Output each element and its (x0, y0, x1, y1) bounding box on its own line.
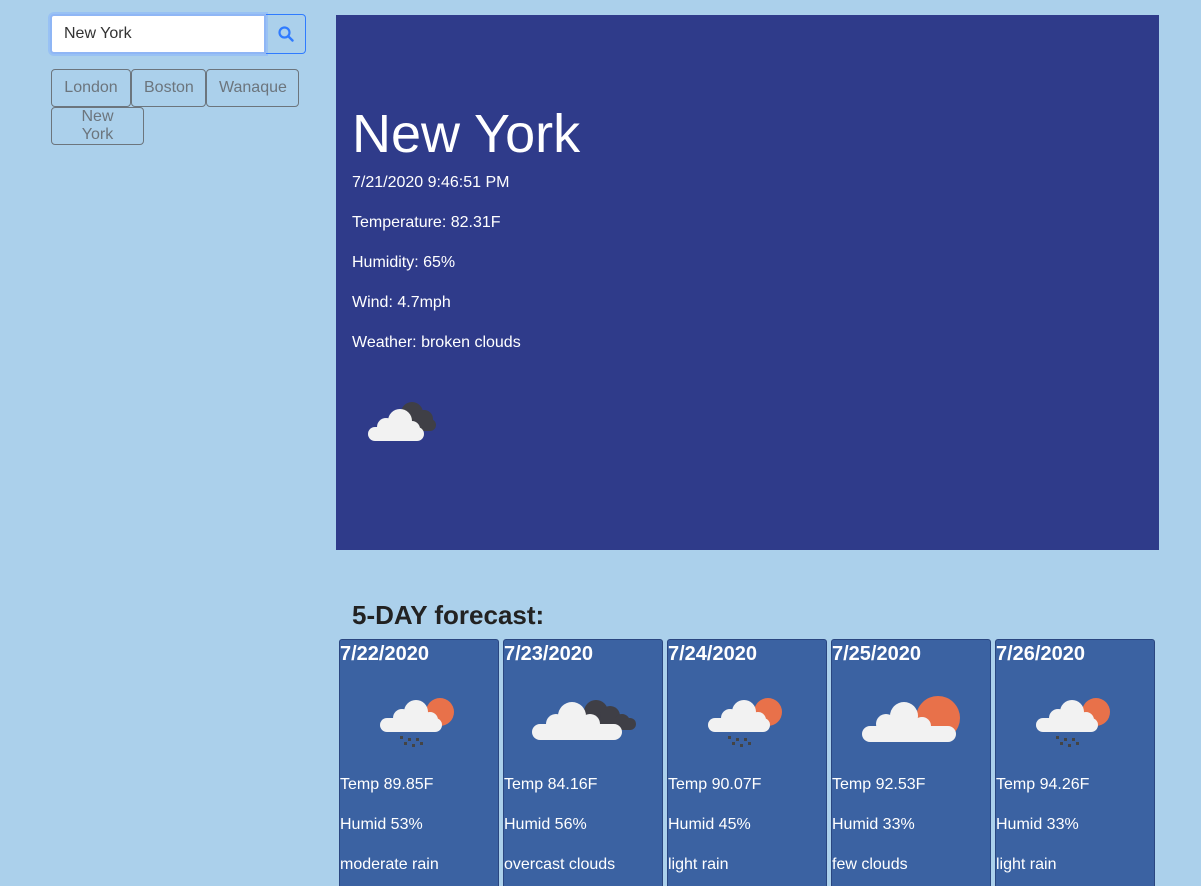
search-button[interactable] (266, 14, 306, 54)
history-button-wanaque[interactable]: Wanaque (206, 69, 299, 107)
current-temperature: Temperature: 82.31F (352, 214, 501, 231)
rain-sun-icon (708, 698, 782, 747)
forecast-temp: Temp 94.26F (996, 776, 1090, 793)
search-input[interactable] (50, 14, 266, 54)
forecast-card: 7/23/2020 Temp 84.16F Humid 56% overcast… (503, 639, 663, 886)
forecast-temp: Temp 92.53F (832, 776, 926, 793)
forecast-card: 7/25/2020 Temp 92.53F Humid 33% few clou… (831, 639, 991, 886)
forecast-heading: 5-DAY forecast: (352, 600, 545, 630)
current-weather-desc: Weather: broken clouds (352, 334, 521, 351)
forecast-desc: light rain (668, 856, 729, 873)
history-button-boston[interactable]: Boston (131, 69, 206, 107)
forecast-temp: Temp 84.16F (504, 776, 598, 793)
forecast-card: 7/24/2020 Temp 90.07F Humid 45% light ra… (667, 639, 827, 886)
forecast-desc: light rain (996, 856, 1057, 873)
search-bar (50, 14, 306, 54)
current-weather-panel: New York 7/21/2020 9:46:51 PM Temperatur… (336, 15, 1159, 550)
forecast-date: 7/24/2020 (668, 643, 757, 665)
forecast-temp: Temp 89.85F (340, 776, 434, 793)
forecast-humid: Humid 33% (832, 816, 915, 833)
rain-sun-icon (1036, 698, 1110, 747)
current-wind: Wind: 4.7mph (352, 294, 451, 311)
forecast-card: 7/22/2020 Temp 89.85F Humid 53% moderate… (339, 639, 499, 886)
history-button-new-york[interactable]: New York (51, 107, 144, 145)
forecast-desc: moderate rain (340, 856, 439, 873)
forecast-humid: Humid 33% (996, 816, 1079, 833)
forecast-temp: Temp 90.07F (668, 776, 762, 793)
forecast-date: 7/22/2020 (340, 643, 429, 665)
forecast-desc: overcast clouds (504, 856, 616, 873)
forecast-desc: few clouds (832, 856, 908, 873)
broken-clouds-icon (368, 402, 436, 441)
forecast-date: 7/23/2020 (504, 643, 593, 665)
current-datetime: 7/21/2020 9:46:51 PM (352, 174, 510, 191)
forecast-card: 7/26/2020 Temp 94.26F Humid 33% light ra… (995, 639, 1155, 886)
forecast-date: 7/25/2020 (832, 643, 921, 665)
few-clouds-icon (862, 696, 960, 742)
rain-sun-icon (380, 698, 454, 747)
forecast-humid: Humid 53% (340, 816, 423, 833)
current-humidity: Humidity: 65% (352, 254, 456, 271)
search-icon (277, 26, 294, 42)
history-button-london[interactable]: London (51, 69, 131, 107)
forecast-humid: Humid 45% (668, 816, 751, 833)
city-title: New York (352, 104, 581, 164)
forecast-date: 7/26/2020 (996, 643, 1085, 665)
forecast-humid: Humid 56% (504, 816, 587, 833)
overcast-clouds-icon (532, 700, 636, 740)
